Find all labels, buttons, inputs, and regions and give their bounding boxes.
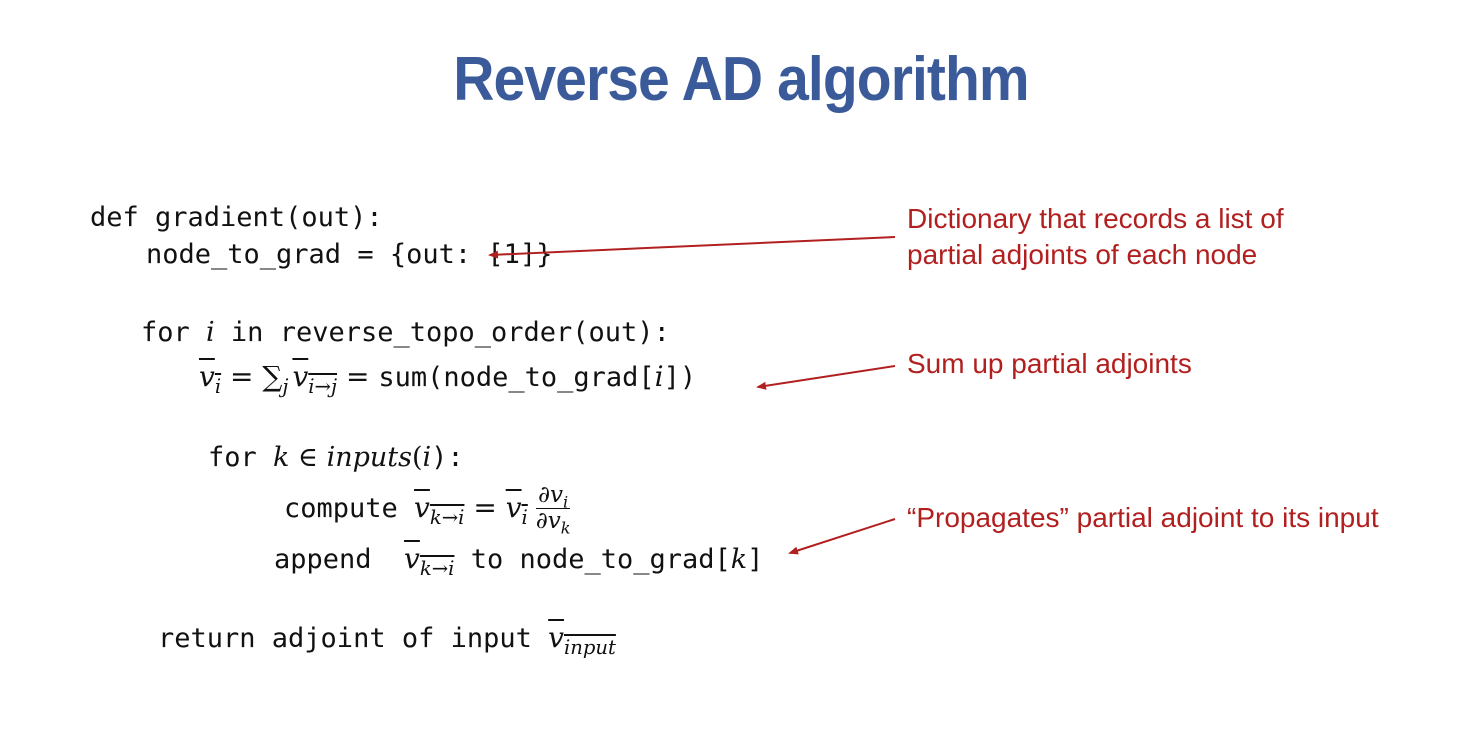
arrow-to-node-to-grad (488, 236, 896, 259)
annotation-arrows (488, 236, 896, 555)
arrow-to-sum (756, 365, 896, 390)
arrow-to-append (788, 518, 896, 555)
